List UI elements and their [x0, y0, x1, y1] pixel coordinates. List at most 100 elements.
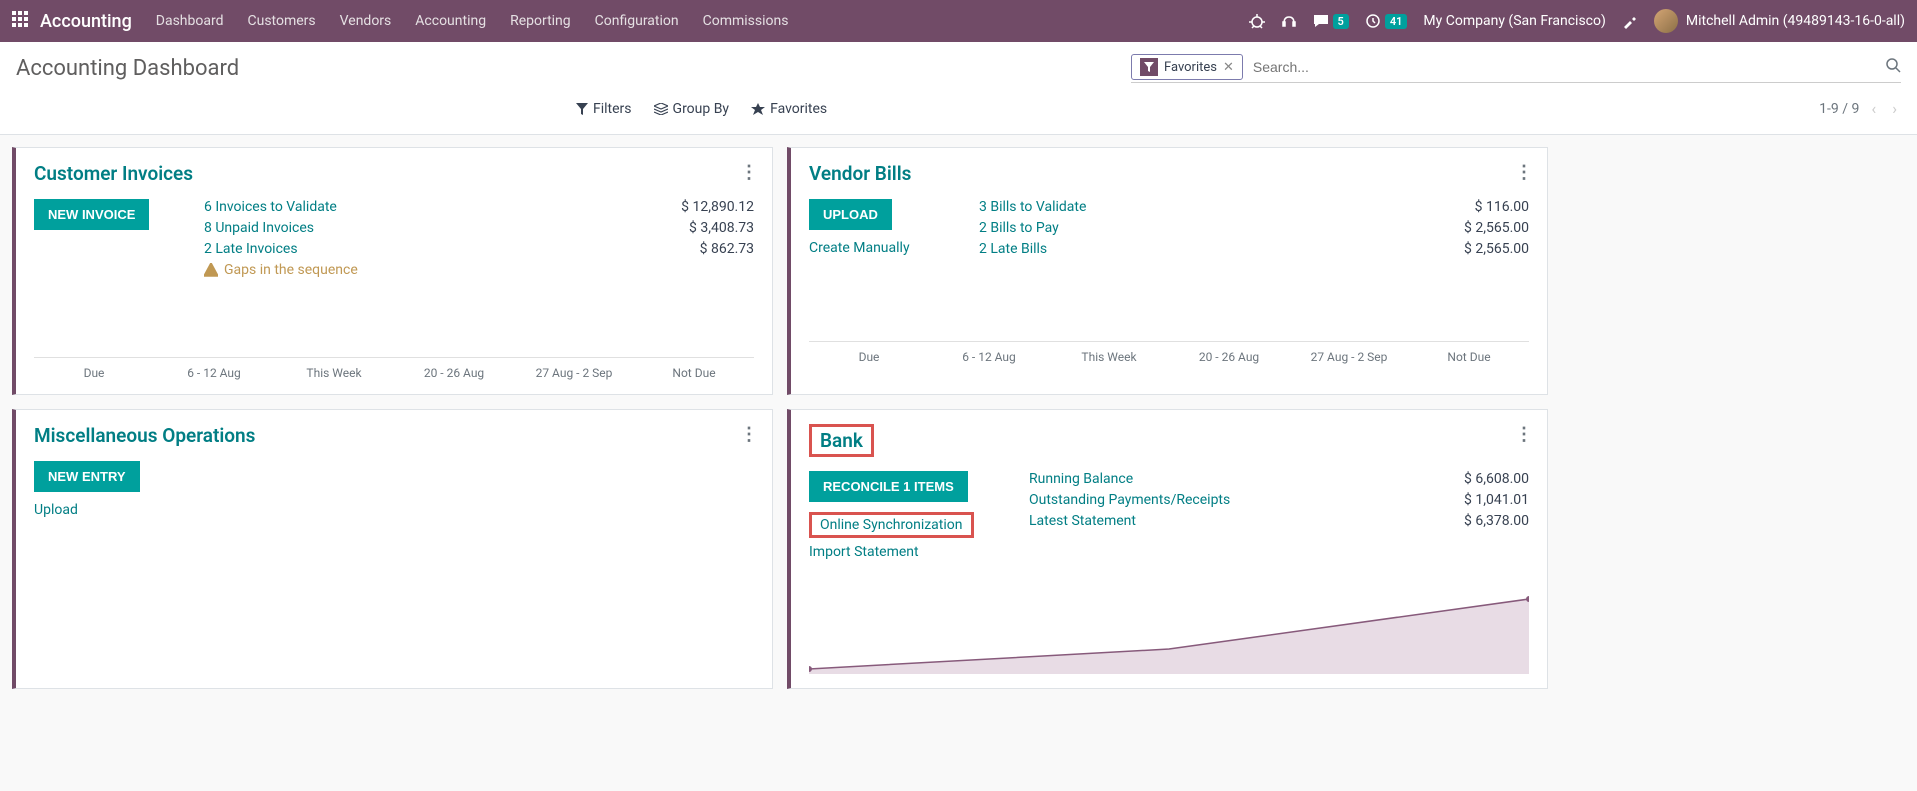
dashboard: ⋮ Customer Invoices NEW INVOICE 6 Invoic… — [0, 135, 1560, 701]
apps-icon[interactable] — [12, 11, 28, 31]
card-title[interactable]: Bank — [820, 429, 863, 452]
card-menu-icon[interactable]: ⋮ — [1515, 424, 1533, 445]
search-facet-label: Favorites — [1164, 60, 1217, 75]
card-menu-icon[interactable]: ⋮ — [740, 162, 758, 183]
stat-row: Latest Statement $ 6,378.00 — [1029, 513, 1529, 529]
layers-icon — [654, 103, 668, 115]
card-bank: ⋮ Bank RECONCILE 1 ITEMS Online Synchron… — [787, 409, 1548, 689]
stat-label[interactable]: Latest Statement — [1029, 513, 1136, 529]
bank-chart — [809, 594, 1529, 674]
chart-label: 6 - 12 Aug — [154, 366, 274, 380]
support-icon[interactable] — [1281, 13, 1297, 29]
app-name[interactable]: Accounting — [40, 11, 132, 32]
stat-label[interactable]: 2 Late Invoices — [204, 241, 298, 257]
card-title[interactable]: Vendor Bills — [809, 162, 1529, 185]
user-name: Mitchell Admin (49489143-16-0-all) — [1686, 13, 1905, 29]
nav-configuration[interactable]: Configuration — [595, 13, 679, 29]
card-menu-icon[interactable]: ⋮ — [740, 424, 758, 445]
stat-value: $ 12,890.12 — [681, 199, 754, 215]
filter-icon — [1140, 58, 1158, 76]
stat-value: $ 2,565.00 — [1464, 241, 1529, 257]
stat-row: Outstanding Payments/Receipts $ 1,041.01 — [1029, 492, 1529, 508]
nav-commissions[interactable]: Commissions — [703, 13, 789, 29]
pager: 1-9 / 9 ‹ › — [1819, 95, 1901, 122]
warning-icon — [204, 263, 218, 277]
nav-accounting[interactable]: Accounting — [415, 13, 486, 29]
stat-row: Running Balance $ 6,608.00 — [1029, 471, 1529, 487]
card-misc-operations: ⋮ Miscellaneous Operations NEW ENTRY Upl… — [12, 409, 773, 689]
card-title[interactable]: Customer Invoices — [34, 162, 754, 185]
activities-badge: 41 — [1385, 14, 1408, 29]
online-sync-link[interactable]: Online Synchronization — [820, 517, 963, 533]
pager-next[interactable]: › — [1888, 95, 1901, 122]
stat-label[interactable]: 2 Late Bills — [979, 241, 1047, 257]
stat-label[interactable]: 6 Invoices to Validate — [204, 199, 337, 215]
stat-row: 6 Invoices to Validate $ 12,890.12 — [204, 199, 754, 215]
bank-title-highlighted: Bank — [809, 424, 874, 457]
star-icon — [751, 103, 765, 115]
stat-row: 2 Bills to Pay $ 2,565.00 — [979, 220, 1529, 236]
activities-icon[interactable]: 41 — [1365, 13, 1408, 29]
upload-link[interactable]: Upload — [34, 502, 184, 518]
close-icon[interactable]: ✕ — [1223, 60, 1234, 75]
chart-label: 6 - 12 Aug — [929, 350, 1049, 364]
chart-label: 27 Aug - 2 Sep — [514, 366, 634, 380]
online-sync-highlighted: Online Synchronization — [809, 512, 974, 538]
search-icon[interactable] — [1885, 57, 1901, 77]
stat-row: 3 Bills to Validate $ 116.00 — [979, 199, 1529, 215]
pager-prev[interactable]: ‹ — [1867, 95, 1880, 122]
chart-label: 27 Aug - 2 Sep — [1289, 350, 1409, 364]
avatar — [1654, 9, 1678, 33]
control-panel: Accounting Dashboard Favorites ✕ Filters — [0, 42, 1917, 135]
stat-value: $ 2,565.00 — [1464, 220, 1529, 236]
search-input[interactable] — [1249, 55, 1877, 79]
card-title[interactable]: Miscellaneous Operations — [34, 424, 754, 447]
search-bar: Favorites ✕ — [1131, 54, 1901, 83]
bills-chart: Due 6 - 12 Aug This Week 20 - 26 Aug 27 … — [809, 282, 1529, 364]
nav-reporting[interactable]: Reporting — [510, 13, 571, 29]
navbar: Accounting Dashboard Customers Vendors A… — [0, 0, 1917, 42]
sequence-warning[interactable]: Gaps in the sequence — [204, 262, 754, 278]
stat-value: $ 6,608.00 — [1464, 471, 1529, 487]
import-statement-link[interactable]: Import Statement — [809, 544, 1009, 560]
stat-value: $ 6,378.00 — [1464, 513, 1529, 529]
nav-customers[interactable]: Customers — [248, 13, 316, 29]
messages-badge: 5 — [1333, 14, 1349, 29]
nav-vendors[interactable]: Vendors — [340, 13, 392, 29]
card-vendor-bills: ⋮ Vendor Bills UPLOAD Create Manually 3 … — [787, 147, 1548, 395]
reconcile-button[interactable]: RECONCILE 1 ITEMS — [809, 471, 968, 502]
search-facet[interactable]: Favorites ✕ — [1131, 54, 1243, 80]
stat-value: $ 3,408.73 — [689, 220, 754, 236]
stat-label[interactable]: Outstanding Payments/Receipts — [1029, 492, 1230, 508]
groupby-button[interactable]: Group By — [654, 101, 730, 117]
messages-icon[interactable]: 5 — [1313, 13, 1349, 29]
chart-label: This Week — [274, 366, 394, 380]
stat-label[interactable]: Running Balance — [1029, 471, 1133, 487]
tools-icon[interactable] — [1622, 13, 1638, 29]
invoice-chart: Due 6 - 12 Aug This Week 20 - 26 Aug 27 … — [34, 298, 754, 380]
new-entry-button[interactable]: NEW ENTRY — [34, 461, 140, 492]
chart-label: Due — [809, 350, 929, 364]
new-invoice-button[interactable]: NEW INVOICE — [34, 199, 149, 230]
nav-dashboard[interactable]: Dashboard — [156, 13, 224, 29]
breadcrumb: Accounting Dashboard — [16, 56, 239, 81]
card-menu-icon[interactable]: ⋮ — [1515, 162, 1533, 183]
create-manually-link[interactable]: Create Manually — [809, 240, 959, 256]
user-menu[interactable]: Mitchell Admin (49489143-16-0-all) — [1654, 9, 1905, 33]
chart-label: Not Due — [1409, 350, 1529, 364]
chart-label: 20 - 26 Aug — [1169, 350, 1289, 364]
upload-button[interactable]: UPLOAD — [809, 199, 892, 230]
debug-icon[interactable] — [1249, 13, 1265, 29]
stat-label[interactable]: 8 Unpaid Invoices — [204, 220, 314, 236]
nav-menu: Dashboard Customers Vendors Accounting R… — [156, 13, 1249, 29]
filters-button[interactable]: Filters — [576, 101, 632, 117]
stat-row: 2 Late Bills $ 2,565.00 — [979, 241, 1529, 257]
company-switcher[interactable]: My Company (San Francisco) — [1423, 13, 1605, 29]
favorites-button[interactable]: Favorites — [751, 101, 827, 117]
stat-label[interactable]: 3 Bills to Validate — [979, 199, 1086, 215]
stat-value: $ 1,041.01 — [1464, 492, 1529, 508]
card-customer-invoices: ⋮ Customer Invoices NEW INVOICE 6 Invoic… — [12, 147, 773, 395]
pager-text[interactable]: 1-9 / 9 — [1819, 101, 1859, 117]
chart-label: Not Due — [634, 366, 754, 380]
stat-label[interactable]: 2 Bills to Pay — [979, 220, 1059, 236]
